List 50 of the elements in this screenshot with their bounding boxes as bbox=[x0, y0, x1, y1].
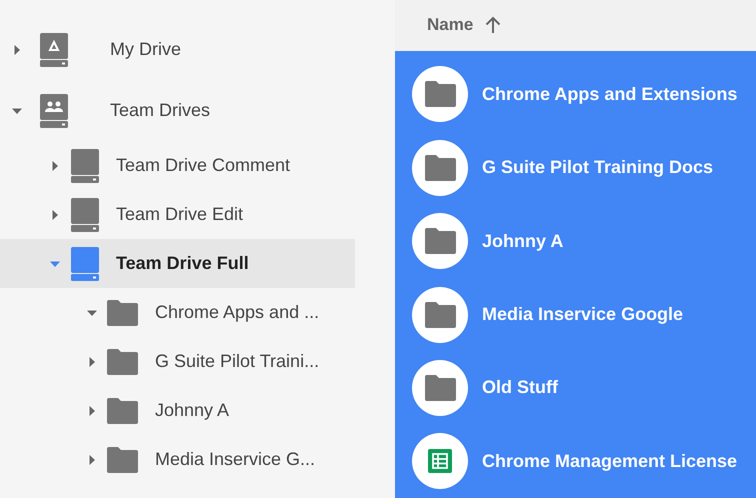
tree-label: Team Drive Full bbox=[116, 253, 249, 274]
collapse-arrow-icon[interactable] bbox=[50, 258, 60, 268]
disk-icon bbox=[71, 148, 99, 182]
folder-icon bbox=[424, 81, 456, 108]
collapse-arrow-icon[interactable] bbox=[12, 106, 22, 116]
folder-icon bbox=[424, 374, 456, 401]
file-name: Johnny A bbox=[482, 230, 564, 252]
tree-label: Team Drive Edit bbox=[116, 204, 244, 225]
tree-item[interactable]: Team Drive Edit bbox=[0, 190, 355, 239]
column-header[interactable]: Name bbox=[427, 15, 474, 36]
file-name: Media Inservice Google bbox=[482, 304, 684, 326]
folder-icon bbox=[424, 228, 456, 254]
folder-icon bbox=[107, 300, 138, 326]
folder-icon bbox=[107, 446, 138, 472]
expand-arrow-icon[interactable] bbox=[87, 454, 97, 464]
file-name: Chrome Management License bbox=[482, 450, 738, 472]
tree-label: Team Drive Comment bbox=[116, 155, 290, 176]
tree-label: Johnny A bbox=[155, 400, 230, 421]
file-name: Old Stuff bbox=[482, 377, 558, 398]
folder-icon bbox=[107, 398, 138, 424]
file-name: Chrome Apps and Extensions bbox=[482, 84, 738, 105]
tree-item[interactable]: Chrome Apps and ... bbox=[0, 288, 355, 337]
file-name: G Suite Pilot Training Docs bbox=[482, 157, 714, 178]
drive-icon bbox=[40, 32, 68, 66]
tree-item[interactable]: Media Inservice G... bbox=[0, 435, 355, 484]
folder-icon bbox=[107, 348, 138, 374]
expand-arrow-icon[interactable] bbox=[87, 406, 97, 416]
tree-item[interactable]: My Drive bbox=[0, 19, 355, 80]
collapse-arrow-icon[interactable] bbox=[87, 308, 97, 318]
tree-item[interactable]: Team Drive Comment bbox=[0, 141, 355, 190]
folder-icon bbox=[424, 302, 456, 328]
disk-icon bbox=[71, 246, 99, 280]
tree-item[interactable]: G Suite Pilot Traini... bbox=[0, 337, 355, 386]
tree-item[interactable]: Team Drives bbox=[0, 80, 355, 141]
folder-icon bbox=[424, 154, 456, 181]
tree-label: G Suite Pilot Traini... bbox=[155, 351, 320, 372]
shared-drive-icon bbox=[40, 94, 68, 128]
expand-arrow-icon[interactable] bbox=[50, 210, 60, 220]
tree-label: My Drive bbox=[110, 39, 181, 60]
spreadsheet-icon bbox=[428, 449, 452, 474]
expand-arrow-icon[interactable] bbox=[50, 160, 60, 170]
tree-label: Team Drives bbox=[110, 100, 210, 121]
tree-label: Media Inservice G... bbox=[155, 449, 316, 470]
sort-arrow-icon[interactable] bbox=[485, 16, 502, 34]
disk-icon bbox=[71, 198, 99, 232]
expand-arrow-icon[interactable] bbox=[87, 356, 97, 366]
tree-label: Chrome Apps and ... bbox=[155, 302, 320, 323]
expand-arrow-icon[interactable] bbox=[12, 44, 22, 54]
tree-item[interactable]: Johnny A bbox=[0, 386, 355, 435]
tree-item[interactable]: Team Drive Full bbox=[0, 239, 355, 288]
